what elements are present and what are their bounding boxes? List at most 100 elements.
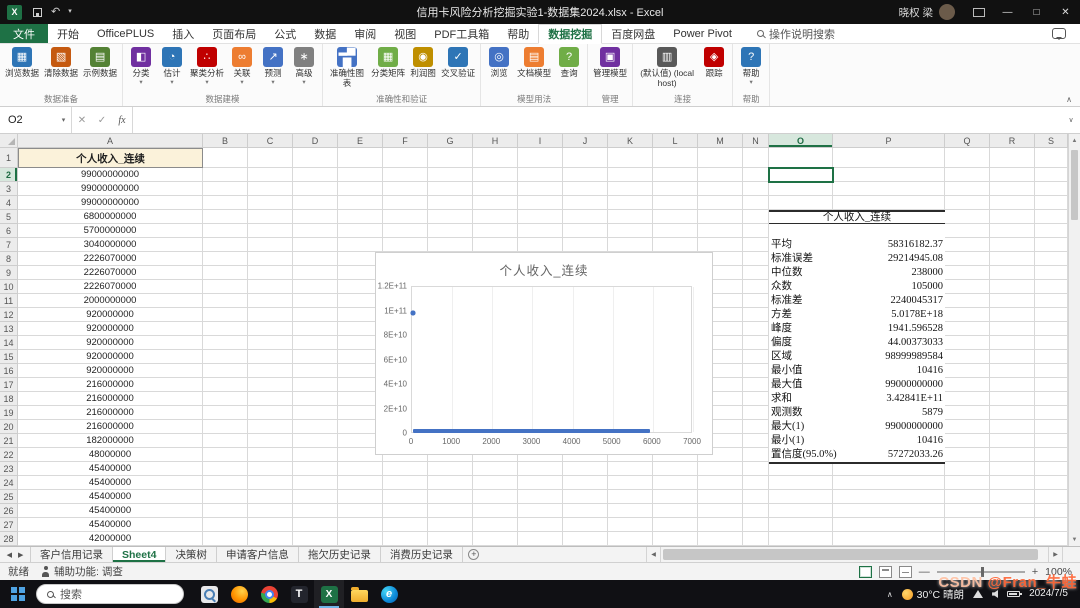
- cell-C27[interactable]: [248, 518, 293, 532]
- cell-G26[interactable]: [428, 504, 473, 518]
- row-header-26[interactable]: 26: [0, 504, 18, 518]
- cell-L7[interactable]: [653, 238, 698, 252]
- cell-J27[interactable]: [563, 518, 608, 532]
- cell-A4[interactable]: 99000000000: [18, 196, 203, 210]
- cell-M27[interactable]: [698, 518, 743, 532]
- cell-I28[interactable]: [518, 532, 563, 546]
- ribbon-display-options-icon[interactable]: [973, 7, 985, 17]
- cell-O25[interactable]: [769, 490, 833, 504]
- cell-N27[interactable]: [743, 518, 769, 532]
- cell-S27[interactable]: [1035, 518, 1068, 532]
- cell-B18[interactable]: [203, 392, 248, 406]
- taskbar-search-box[interactable]: 搜索: [36, 584, 184, 604]
- cell-L1[interactable]: [653, 148, 698, 168]
- cell-S6[interactable]: [1035, 224, 1068, 238]
- browse-model-button[interactable]: ◎ 浏览: [484, 46, 514, 80]
- cell-G7[interactable]: [428, 238, 473, 252]
- cell-R4[interactable]: [990, 196, 1035, 210]
- cell-R9[interactable]: [990, 266, 1035, 280]
- row-header-27[interactable]: 27: [0, 518, 18, 532]
- col-header-O[interactable]: O: [769, 134, 833, 148]
- cell-J23[interactable]: [563, 462, 608, 476]
- user-avatar[interactable]: [939, 4, 955, 20]
- cell-N8[interactable]: [743, 252, 769, 266]
- cell-R21[interactable]: [990, 434, 1035, 448]
- cell-C3[interactable]: [248, 182, 293, 196]
- col-header-M[interactable]: M: [698, 134, 743, 148]
- profit-chart-button[interactable]: ◉ 利润图: [408, 46, 438, 80]
- cell-R1[interactable]: [990, 148, 1035, 168]
- document-model-button[interactable]: ▤ 文档模型: [515, 46, 553, 80]
- cell-N13[interactable]: [743, 322, 769, 336]
- col-header-R[interactable]: R: [990, 134, 1035, 148]
- row-header-18[interactable]: 18: [0, 392, 18, 406]
- cell-H4[interactable]: [473, 196, 518, 210]
- cell-K3[interactable]: [608, 182, 653, 196]
- cell-N5[interactable]: [743, 210, 769, 224]
- cell-Q5[interactable]: [945, 210, 990, 224]
- zoom-out-icon[interactable]: —: [919, 566, 930, 578]
- cell-R2[interactable]: [990, 168, 1035, 182]
- col-header-Q[interactable]: Q: [945, 134, 990, 148]
- row-header-9[interactable]: 9: [0, 266, 18, 280]
- col-header-J[interactable]: J: [563, 134, 608, 148]
- cell-Q8[interactable]: [945, 252, 990, 266]
- cell-B26[interactable]: [203, 504, 248, 518]
- cell-J28[interactable]: [563, 532, 608, 546]
- cell-Q20[interactable]: [945, 420, 990, 434]
- cell-O28[interactable]: [769, 532, 833, 546]
- insert-function-icon[interactable]: fx: [112, 115, 132, 126]
- cell-L2[interactable]: [653, 168, 698, 182]
- col-header-S[interactable]: S: [1035, 134, 1068, 148]
- clean-data-button[interactable]: ▧ 清除数据: [42, 46, 80, 80]
- row-header-5[interactable]: 5: [0, 210, 18, 224]
- cell-E28[interactable]: [338, 532, 383, 546]
- cell-B8[interactable]: [203, 252, 248, 266]
- cell-N15[interactable]: [743, 350, 769, 364]
- cell-S14[interactable]: [1035, 336, 1068, 350]
- t-app-button[interactable]: T: [284, 580, 314, 608]
- cell-H5[interactable]: [473, 210, 518, 224]
- name-box[interactable]: O2: [0, 107, 56, 133]
- cell-C23[interactable]: [248, 462, 293, 476]
- select-all-corner[interactable]: [0, 134, 18, 148]
- scroll-right-icon[interactable]: ▶: [1048, 547, 1062, 562]
- col-header-I[interactable]: I: [518, 134, 563, 148]
- cell-P24[interactable]: [833, 476, 945, 490]
- ribbon-tab-5[interactable]: 公式: [265, 24, 305, 43]
- cell-D12[interactable]: [293, 308, 338, 322]
- cell-B13[interactable]: [203, 322, 248, 336]
- cell-A9[interactable]: 2226070000: [18, 266, 203, 280]
- cell-E5[interactable]: [338, 210, 383, 224]
- cell-J4[interactable]: [563, 196, 608, 210]
- row-header-6[interactable]: 6: [0, 224, 18, 238]
- cell-N6[interactable]: [743, 224, 769, 238]
- cell-O1[interactable]: [769, 148, 833, 168]
- cell-S9[interactable]: [1035, 266, 1068, 280]
- cell-B5[interactable]: [203, 210, 248, 224]
- cell-Q9[interactable]: [945, 266, 990, 280]
- cell-N1[interactable]: [743, 148, 769, 168]
- cell-A25[interactable]: 45400000: [18, 490, 203, 504]
- cell-R28[interactable]: [990, 532, 1035, 546]
- cell-S24[interactable]: [1035, 476, 1068, 490]
- cell-L27[interactable]: [653, 518, 698, 532]
- cell-G4[interactable]: [428, 196, 473, 210]
- cell-A6[interactable]: 5700000000: [18, 224, 203, 238]
- cell-R27[interactable]: [990, 518, 1035, 532]
- cell-K27[interactable]: [608, 518, 653, 532]
- ribbon-tab-10[interactable]: 帮助: [498, 24, 538, 43]
- cell-H1[interactable]: [473, 148, 518, 168]
- cell-Q13[interactable]: [945, 322, 990, 336]
- cell-N3[interactable]: [743, 182, 769, 196]
- help-button[interactable]: ? 帮助 ▾: [736, 46, 766, 87]
- cell-G2[interactable]: [428, 168, 473, 182]
- cell-F1[interactable]: [383, 148, 428, 168]
- battery-icon[interactable]: [1007, 591, 1023, 597]
- cell-N10[interactable]: [743, 280, 769, 294]
- cell-C11[interactable]: [248, 294, 293, 308]
- row-header-3[interactable]: 3: [0, 182, 18, 196]
- page-break-view-icon[interactable]: [898, 565, 912, 578]
- row-header-7[interactable]: 7: [0, 238, 18, 252]
- cell-R20[interactable]: [990, 420, 1035, 434]
